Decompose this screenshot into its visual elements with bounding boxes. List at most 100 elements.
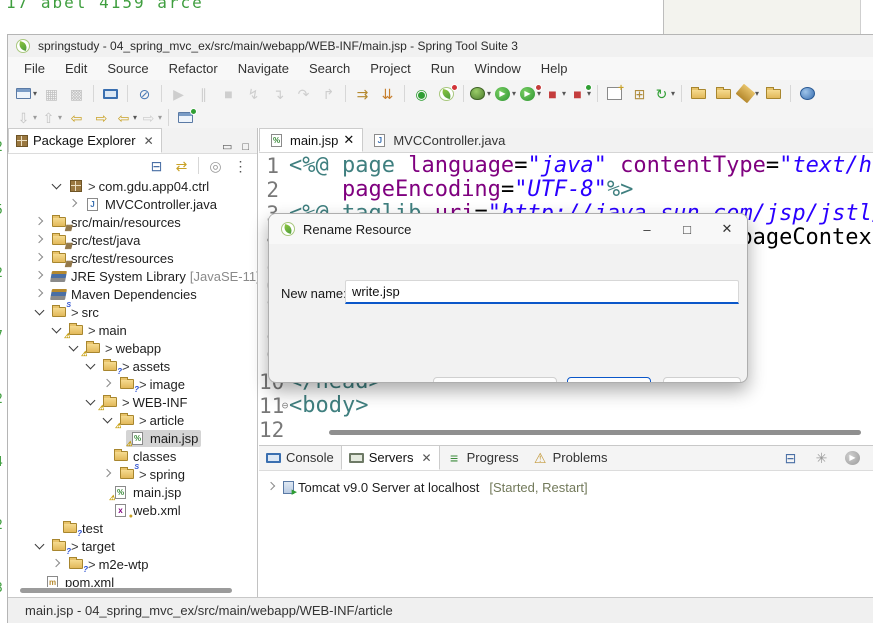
tree-item-target[interactable]: ? > target <box>8 537 257 555</box>
step-into-button[interactable]: ↴ <box>267 84 290 104</box>
step-return-button[interactable]: ↱ <box>317 84 340 104</box>
new-wizard-button[interactable]: ▾ <box>15 84 38 104</box>
menu-window[interactable]: Window <box>465 57 531 80</box>
retry-tests-button[interactable]: ⇊ <box>376 84 399 104</box>
tree-item-test[interactable]: ? test <box>8 519 257 537</box>
stop-button[interactable]: ■ ▾ <box>544 84 567 104</box>
expand-arrow-icon[interactable] <box>50 179 64 193</box>
expand-arrow-icon[interactable] <box>265 480 279 494</box>
editor-tab-mvccontroller-java[interactable]: J MVCController.java <box>363 128 513 152</box>
expand-arrow-icon[interactable] <box>101 467 115 481</box>
tab-console[interactable]: Console <box>259 445 341 470</box>
minimize-view-button[interactable]: ⊟ <box>779 448 802 468</box>
scrollbar-thumb[interactable] <box>329 430 861 435</box>
debug-options-button[interactable]: ✳ <box>810 448 833 468</box>
menu-source[interactable]: Source <box>97 57 158 80</box>
expand-arrow-icon[interactable] <box>33 539 47 553</box>
tree-item-m2e-wtp[interactable]: ? > m2e-wtp <box>8 555 257 573</box>
resume-button[interactable]: ▶ <box>167 84 190 104</box>
menu-navigate[interactable]: Navigate <box>228 57 299 80</box>
tab-package-explorer[interactable]: Package Explorer ✕ <box>8 128 162 153</box>
tree-item-pom-xml[interactable]: m pom.xml <box>8 573 257 587</box>
menu-edit[interactable]: Edit <box>55 57 97 80</box>
tree-item-mvccontroller-java[interactable]: J MVCController.java <box>8 195 257 213</box>
terminate-button[interactable]: ■ <box>217 84 240 104</box>
expand-arrow-icon[interactable] <box>33 233 47 247</box>
menu-help[interactable]: Help <box>531 57 578 80</box>
dialog-title-bar[interactable]: Rename Resource – □ ✕ <box>269 214 747 244</box>
collapse-import-button[interactable]: ⇩ ▾ <box>15 108 38 128</box>
new-name-input[interactable] <box>345 280 739 304</box>
tree-item-main-jsp[interactable]: % ⚠ main.jsp <box>8 483 257 502</box>
expand-arrow-icon[interactable] <box>67 197 81 211</box>
step-over-button[interactable]: ↷ <box>292 84 315 104</box>
open-folder-button[interactable] <box>712 84 735 104</box>
next-annotation-button[interactable]: ⇉ <box>351 84 374 104</box>
expand-export-button[interactable]: ⇧ ▾ <box>40 108 63 128</box>
debug-button[interactable]: ▾ <box>469 84 492 104</box>
tree-item-src-main-resources[interactable]: ▦ src/main/resources <box>8 213 257 231</box>
dialog-minimize-icon[interactable]: – <box>627 214 667 244</box>
close-icon[interactable]: ✕ <box>422 451 432 465</box>
tree-item-webapp[interactable]: ⚠ > webapp <box>8 339 257 358</box>
tree-item-maven-dependencies[interactable]: Maven Dependencies <box>8 285 257 303</box>
expand-arrow-icon[interactable] <box>84 359 98 373</box>
save-button[interactable]: ▦ <box>40 84 63 104</box>
boot-start-button[interactable]: ◉ <box>410 84 433 104</box>
expand-arrow-icon[interactable] <box>33 215 47 229</box>
expand-arrow-icon[interactable] <box>50 323 64 337</box>
back-button[interactable]: ⇦ ▾ <box>115 108 138 128</box>
expand-arrow-icon[interactable] <box>33 269 47 283</box>
open-file-button[interactable] <box>687 84 710 104</box>
tree-item-image[interactable]: ? > image <box>8 375 257 393</box>
close-icon[interactable]: ✕ <box>343 132 354 148</box>
menu-refactor[interactable]: Refactor <box>159 57 228 80</box>
minimize-panel-icon[interactable]: ▭ <box>222 140 232 153</box>
pin-editor-button[interactable] <box>174 107 197 128</box>
preview-button[interactable]: Preview > <box>433 377 557 382</box>
tree-item-com-gdu-app04-ctrl[interactable]: > com.gdu.app04.ctrl <box>8 177 257 195</box>
tab-servers[interactable]: Servers ✕ <box>340 445 440 470</box>
tree-item-main-jsp[interactable]: % ⚠ main.jsp <box>8 429 257 448</box>
import-folder-button[interactable] <box>762 84 785 104</box>
tree-item-web-xml[interactable]: x ● web.xml <box>8 501 257 520</box>
expand-arrow-icon[interactable] <box>33 287 47 301</box>
expand-arrow-icon[interactable] <box>50 557 64 571</box>
expand-arrow-icon[interactable] <box>67 341 81 355</box>
tree-item-src-test-java[interactable]: ▦ src/test/java <box>8 231 257 249</box>
tree-item-src-test-resources[interactable]: ▦ src/test/resources <box>8 249 257 267</box>
link-with-editor-button[interactable]: ⇄ <box>170 156 193 176</box>
expand-arrow-icon[interactable] <box>84 395 98 409</box>
forward-button[interactable]: ⇨ ▾ <box>140 108 163 128</box>
resume-console-button[interactable]: ▶ <box>841 448 864 468</box>
web-browser-button[interactable] <box>796 84 819 104</box>
scrollbar-thumb[interactable] <box>20 588 232 593</box>
dialog-maximize-icon[interactable]: □ <box>667 214 707 244</box>
package-explorer-hscrollbar[interactable] <box>12 587 249 594</box>
suspend-button[interactable]: ∥ <box>192 84 215 104</box>
new-package-button[interactable]: ⊞ <box>628 84 651 104</box>
tab-problems[interactable]: ⚠ Problems <box>526 445 615 470</box>
tree-item-article[interactable]: ⚠ > article <box>8 411 257 430</box>
tree-item-src[interactable]: S > src <box>8 302 257 321</box>
close-icon[interactable]: ✕ <box>144 134 154 148</box>
new-class-button[interactable] <box>603 83 626 104</box>
tree-item-assets[interactable]: ? > assets <box>8 357 257 375</box>
skip-breakpoints-button[interactable]: ⊘ <box>133 84 156 104</box>
server-row[interactable]: Tomcat v9.0 Server at localhost [Started… <box>259 477 873 497</box>
tree-item-web-inf[interactable]: ⚠ > WEB-INF <box>8 393 257 412</box>
dialog-close-icon[interactable]: ✕ <box>707 214 747 244</box>
run-button[interactable]: ▶ ▾ <box>494 84 517 104</box>
ok-button[interactable]: OK <box>567 377 651 382</box>
update-project-button[interactable]: ↻ ▾ <box>653 84 676 104</box>
tree-item-classes[interactable]: classes <box>8 447 257 465</box>
menu-search[interactable]: Search <box>299 57 360 80</box>
collapse-all-button[interactable]: ⊟ <box>145 156 168 176</box>
expand-arrow-icon[interactable] <box>33 305 47 319</box>
maximize-panel-icon[interactable]: □ <box>242 141 249 153</box>
next-edit-location-button[interactable]: ⇨ <box>90 108 113 128</box>
tree-item-jre-system-library[interactable]: JRE System Library [JavaSE-11] <box>8 267 257 285</box>
editor-tab-main-jsp[interactable]: % main.jsp ✕ <box>259 128 364 152</box>
highlighter-button[interactable]: ▾ <box>735 83 760 104</box>
tab-progress[interactable]: ≡ Progress <box>440 445 526 470</box>
